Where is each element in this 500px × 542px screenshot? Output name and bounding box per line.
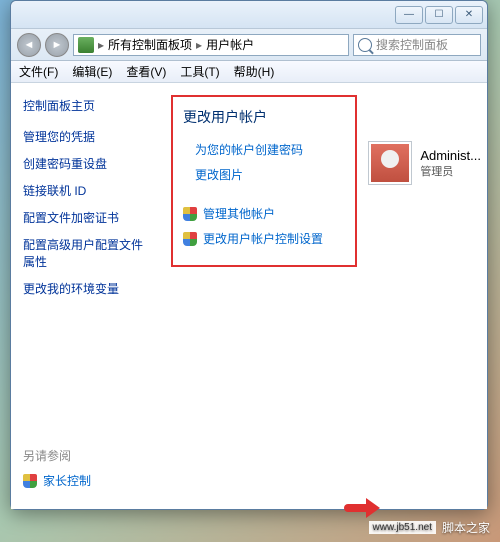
- menu-tools[interactable]: 工具(T): [180, 63, 219, 80]
- sidebar-footer: 另请参阅 家长控制: [23, 447, 91, 489]
- sidebar-item-credentials[interactable]: 管理您的凭据: [23, 128, 149, 145]
- menu-bar: 文件(F) 编辑(E) 查看(V) 工具(T) 帮助(H): [11, 61, 487, 83]
- link-label: 更改用户帐户控制设置: [203, 230, 323, 247]
- user-info: Administ... 管理员: [420, 148, 481, 179]
- window-body: 控制面板主页 管理您的凭据 创建密码重设盘 链接联机 ID 配置文件加密证书 配…: [11, 83, 487, 509]
- sidebar-item-password-reset[interactable]: 创建密码重设盘: [23, 155, 149, 172]
- shield-icon: [23, 474, 37, 488]
- sidebar-title[interactable]: 控制面板主页: [23, 97, 149, 114]
- highlighted-section: 更改用户帐户 为您的帐户创建密码 更改图片 管理其他帐户 更改用户帐户控制设置: [171, 95, 357, 267]
- nav-back-button[interactable]: ◄: [17, 33, 41, 57]
- close-button[interactable]: ✕: [455, 6, 483, 24]
- search-placeholder: 搜索控制面板: [376, 36, 448, 53]
- parental-controls-link[interactable]: 家长控制: [23, 472, 91, 489]
- sidebar-item-online-id[interactable]: 链接联机 ID: [23, 182, 149, 199]
- shield-icon: [183, 232, 197, 246]
- footer-title: 另请参阅: [23, 447, 91, 464]
- titlebar: — ☐ ✕: [11, 1, 487, 29]
- footer-link-label: 家长控制: [43, 472, 91, 489]
- control-panel-icon: [78, 37, 94, 53]
- address-bar: ◄ ► ▸ 所有控制面板项 ▸ 用户帐户 搜索控制面板: [11, 29, 487, 61]
- annotation-arrow: [344, 498, 384, 518]
- user-card: Administ... 管理员: [368, 141, 481, 185]
- sidebar-item-env-vars[interactable]: 更改我的环境变量: [23, 280, 149, 297]
- link-label: 管理其他帐户: [203, 205, 275, 222]
- uac-settings-link[interactable]: 更改用户帐户控制设置: [183, 230, 345, 247]
- maximize-button[interactable]: ☐: [425, 6, 453, 24]
- menu-help[interactable]: 帮助(H): [234, 63, 275, 80]
- search-input[interactable]: 搜索控制面板: [353, 34, 481, 56]
- breadcrumb-current[interactable]: 用户帐户: [206, 36, 254, 53]
- page-title: 更改用户帐户: [183, 107, 345, 127]
- control-panel-window: — ☐ ✕ ◄ ► ▸ 所有控制面板项 ▸ 用户帐户 搜索控制面板 文件(F) …: [10, 0, 488, 510]
- sidebar-item-file-encryption[interactable]: 配置文件加密证书: [23, 209, 149, 226]
- breadcrumb[interactable]: ▸ 所有控制面板项 ▸ 用户帐户: [73, 34, 349, 56]
- user-name: Administ...: [420, 148, 481, 163]
- sidebar: 控制面板主页 管理您的凭据 创建密码重设盘 链接联机 ID 配置文件加密证书 配…: [11, 83, 161, 509]
- nav-forward-button[interactable]: ►: [45, 33, 69, 57]
- watermark: www.jb51.net 脚本之家: [369, 519, 491, 536]
- watermark-url: www.jb51.net: [369, 521, 436, 534]
- menu-view[interactable]: 查看(V): [126, 63, 166, 80]
- user-role: 管理员: [420, 163, 481, 179]
- search-icon: [358, 38, 372, 52]
- avatar[interactable]: [368, 141, 412, 185]
- shield-icon: [183, 207, 197, 221]
- main-content: 更改用户帐户 为您的帐户创建密码 更改图片 管理其他帐户 更改用户帐户控制设置 …: [161, 83, 487, 509]
- chevron-right-icon: ▸: [98, 38, 104, 52]
- watermark-text: 脚本之家: [442, 519, 490, 536]
- chevron-right-icon: ▸: [196, 38, 202, 52]
- manage-accounts-link[interactable]: 管理其他帐户: [183, 205, 345, 222]
- change-picture-link[interactable]: 更改图片: [183, 166, 345, 183]
- create-password-link[interactable]: 为您的帐户创建密码: [183, 141, 345, 158]
- minimize-button[interactable]: —: [395, 6, 423, 24]
- menu-file[interactable]: 文件(F): [19, 63, 58, 80]
- menu-edit[interactable]: 编辑(E): [72, 63, 112, 80]
- breadcrumb-root[interactable]: 所有控制面板项: [108, 36, 192, 53]
- sidebar-item-advanced-profile[interactable]: 配置高级用户配置文件属性: [23, 236, 149, 270]
